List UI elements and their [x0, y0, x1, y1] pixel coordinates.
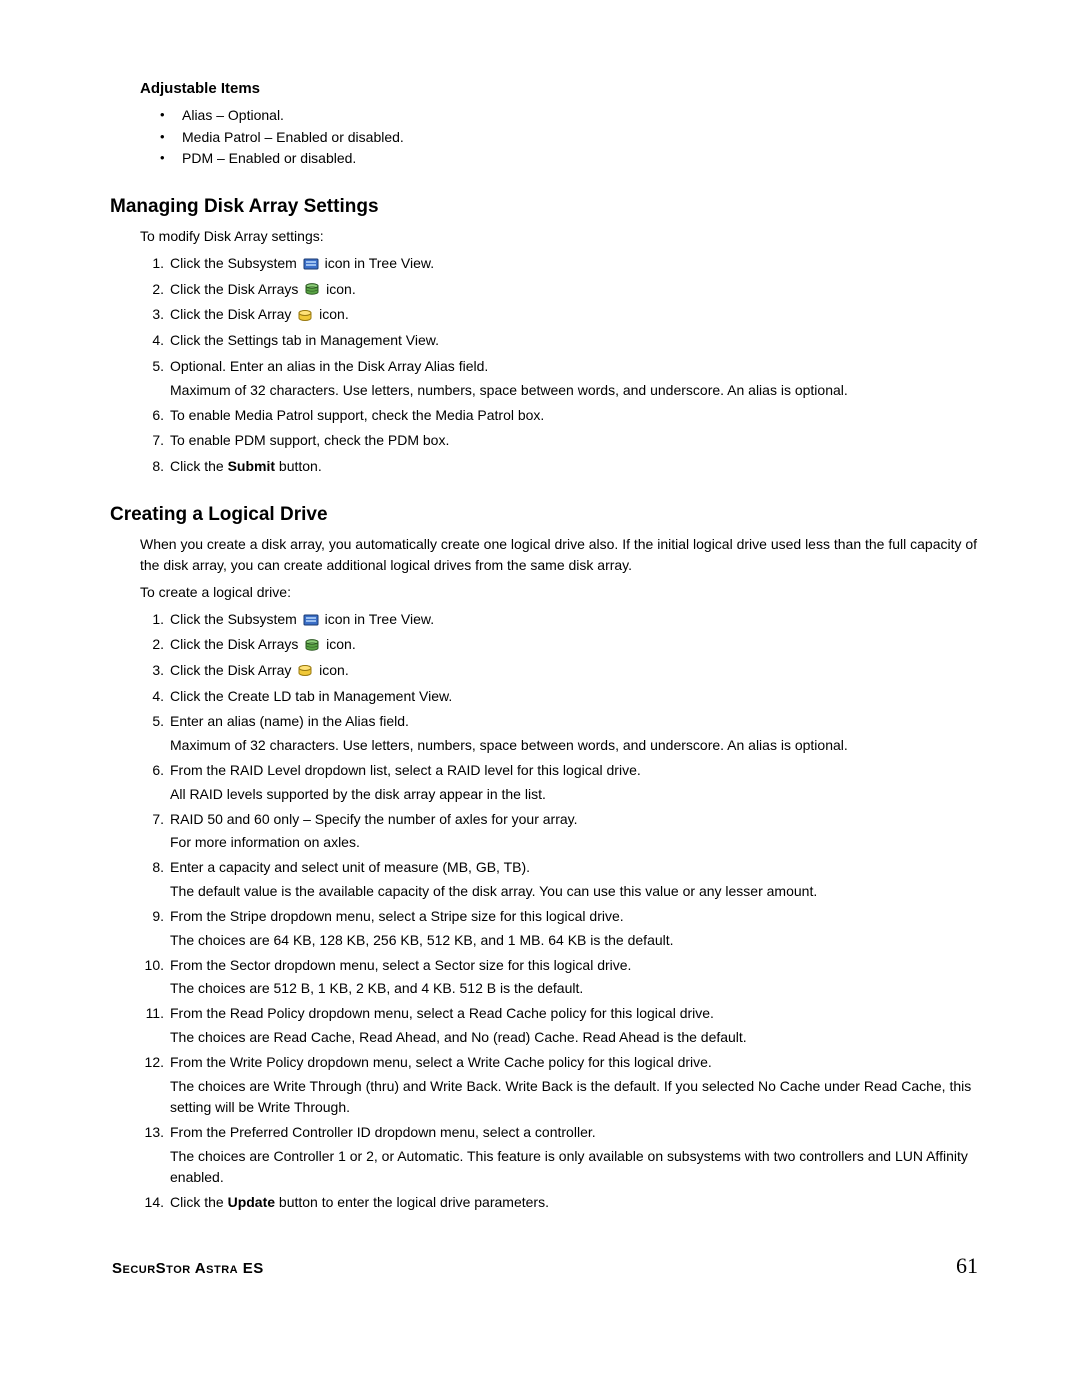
- bold-text: Update: [228, 1194, 275, 1210]
- step-item: RAID 50 and 60 only – Specify the number…: [140, 809, 980, 854]
- footer-page-number: 61: [956, 1253, 978, 1279]
- page-footer: SecurStor Astra ES 61: [110, 1253, 980, 1279]
- section-creating-heading: Creating a Logical Drive: [110, 504, 980, 526]
- footer-product: SecurStor Astra ES: [112, 1260, 264, 1277]
- step-item: Click the Disk Arrays icon.: [140, 634, 980, 656]
- step-item: From the Preferred Controller ID dropdow…: [140, 1122, 980, 1188]
- disk-array-icon: [297, 663, 313, 679]
- step-item: Click the Subsystem icon in Tree View.: [140, 253, 980, 275]
- step-subtext: For more information on axles.: [170, 832, 980, 853]
- step-item: From the Sector dropdown menu, select a …: [140, 955, 980, 1000]
- subsystem-icon: [303, 612, 319, 628]
- step-subtext: All RAID levels supported by the disk ar…: [170, 784, 980, 805]
- disk-array-icon: [297, 308, 313, 324]
- step-item: Click the Submit button.: [140, 456, 980, 478]
- section-managing-heading: Managing Disk Array Settings: [110, 196, 980, 218]
- step-item: From the Stripe dropdown menu, select a …: [140, 906, 980, 951]
- step-item: To enable PDM support, check the PDM box…: [140, 430, 980, 452]
- step-subtext: The choices are Read Cache, Read Ahead, …: [170, 1027, 980, 1048]
- disk-arrays-icon: [304, 638, 320, 654]
- bullet-item: Media Patrol – Enabled or disabled.: [160, 127, 980, 149]
- step-subtext: The choices are Write Through (thru) and…: [170, 1076, 980, 1118]
- step-item: Enter a capacity and select unit of meas…: [140, 857, 980, 902]
- step-item: Click the Disk Arrays icon.: [140, 279, 980, 301]
- adjustable-items-list: Alias – Optional. Media Patrol – Enabled…: [160, 105, 980, 170]
- section-creating-intro1: When you create a disk array, you automa…: [140, 534, 980, 576]
- step-subtext: The default value is the available capac…: [170, 881, 980, 902]
- step-item: From the Read Policy dropdown menu, sele…: [140, 1003, 980, 1048]
- step-subtext: The choices are Controller 1 or 2, or Au…: [170, 1146, 980, 1188]
- step-subtext: Maximum of 32 characters. Use letters, n…: [170, 735, 980, 756]
- step-item: Click the Create LD tab in Management Vi…: [140, 686, 980, 708]
- step-item: Click the Disk Array icon.: [140, 304, 980, 326]
- bold-text: Submit: [228, 458, 275, 474]
- creating-steps: Click the Subsystem icon in Tree View. Cl…: [140, 609, 980, 1214]
- step-item: From the RAID Level dropdown list, selec…: [140, 760, 980, 805]
- managing-steps: Click the Subsystem icon in Tree View. Cl…: [140, 253, 980, 478]
- bullet-item: PDM – Enabled or disabled.: [160, 148, 980, 170]
- section-creating-intro2: To create a logical drive:: [140, 582, 980, 603]
- step-item: Click the Update button to enter the log…: [140, 1192, 980, 1214]
- step-item: Click the Settings tab in Management Vie…: [140, 330, 980, 352]
- step-subtext: The choices are 64 KB, 128 KB, 256 KB, 5…: [170, 930, 980, 951]
- disk-arrays-icon: [304, 282, 320, 298]
- step-item: From the Write Policy dropdown menu, sel…: [140, 1052, 980, 1118]
- step-subtext: The choices are 512 B, 1 KB, 2 KB, and 4…: [170, 978, 980, 999]
- step-item: Click the Subsystem icon in Tree View.: [140, 609, 980, 631]
- step-subtext: Maximum of 32 characters. Use letters, n…: [170, 380, 980, 401]
- section-managing-intro: To modify Disk Array settings:: [140, 226, 980, 247]
- bullet-item: Alias – Optional.: [160, 105, 980, 127]
- adjustable-items-heading: Adjustable Items: [140, 80, 980, 97]
- step-item: Enter an alias (name) in the Alias field…: [140, 711, 980, 756]
- subsystem-icon: [303, 256, 319, 272]
- step-item: Click the Disk Array icon.: [140, 660, 980, 682]
- step-item: To enable Media Patrol support, check th…: [140, 405, 980, 427]
- step-item: Optional. Enter an alias in the Disk Arr…: [140, 356, 980, 401]
- document-page: Adjustable Items Alias – Optional. Media…: [0, 0, 1080, 1319]
